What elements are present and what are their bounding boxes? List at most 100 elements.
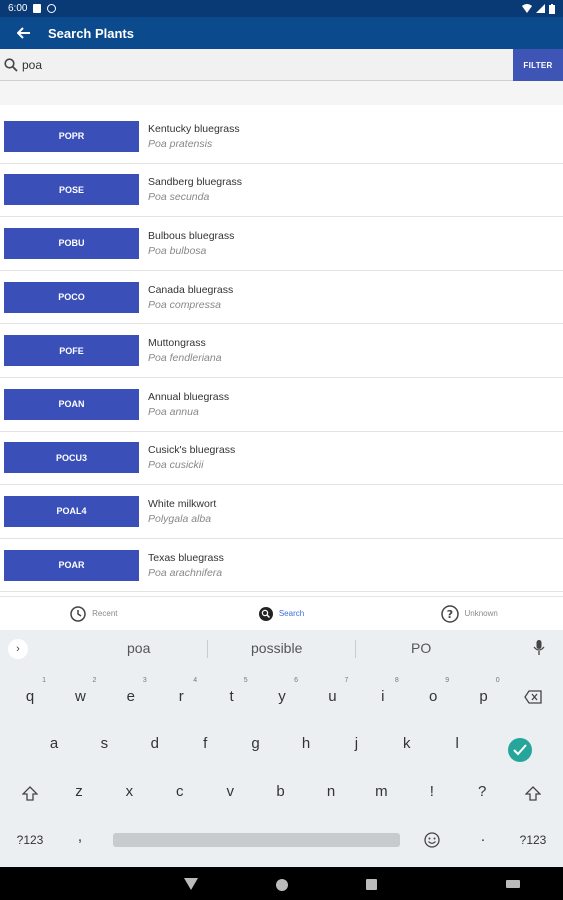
suggestion-divider (355, 640, 356, 658)
nav-search-label: Search (278, 609, 305, 618)
scientific-name: Poa bulbosa (148, 244, 207, 257)
plant-row[interactable]: POAN Annual bluegrass Poa annua (0, 378, 563, 432)
back-triangle-icon[interactable] (184, 878, 198, 890)
key-q[interactable]: q1 (10, 677, 50, 705)
backspace-icon[interactable] (524, 690, 542, 704)
nav-recent[interactable]: Recent (0, 597, 188, 630)
status-bar: 6:00 (0, 0, 563, 17)
plant-row[interactable]: POAL4 White milkwort Polygala alba (0, 485, 563, 539)
comma-key[interactable]: , (60, 828, 100, 845)
key-u[interactable]: u7 (312, 677, 352, 705)
search-row: FILTER (0, 49, 563, 81)
key-hint: 9 (445, 677, 450, 684)
key-hint: 6 (294, 677, 298, 684)
symbols-key[interactable]: ?123 (10, 833, 50, 847)
chevron-right-icon[interactable]: › (8, 639, 28, 659)
key-o[interactable]: o9 (413, 677, 453, 705)
plant-row[interactable]: POSE Sandberg bluegrass Poa secunda (0, 164, 563, 218)
sim-icon (33, 4, 42, 13)
shift-icon[interactable] (525, 786, 541, 802)
period-key[interactable]: . (463, 828, 503, 845)
suggestion-1[interactable]: poa (127, 640, 150, 656)
page-title: Search Plants (48, 25, 134, 41)
key-d[interactable]: d (135, 735, 175, 752)
key-f[interactable]: f (185, 735, 225, 752)
plant-row[interactable]: POPR Kentucky bluegrass Poa pratensis (0, 110, 563, 164)
scientific-name: Poa arachnifera (148, 566, 223, 579)
app-bar: Search Plants (0, 17, 563, 49)
recents-square-icon[interactable] (366, 879, 377, 890)
key-e[interactable]: e3 (111, 677, 151, 705)
spacebar[interactable] (113, 833, 400, 847)
plant-code-badge: POPR (4, 120, 139, 152)
mic-icon[interactable] (533, 640, 545, 656)
nav-unknown-label: Unknown (464, 609, 498, 618)
filter-button[interactable]: FILTER (513, 49, 563, 81)
status-time: 6:00 (8, 3, 28, 14)
suggestion-divider (207, 640, 208, 658)
key-s[interactable]: s (84, 735, 124, 752)
key-hint: 1 (42, 677, 46, 684)
plant-code-badge: POAL4 (4, 495, 139, 527)
keyboard-toggle-icon[interactable] (506, 880, 520, 888)
key-hint: 7 (344, 677, 349, 684)
key-?[interactable]: ? (462, 783, 502, 800)
plant-code-badge: POAN (4, 388, 139, 420)
scientific-name: Poa fendleriana (148, 352, 222, 365)
nav-unknown[interactable]: ? Unknown (375, 597, 563, 630)
common-name: Canada bluegrass (148, 283, 234, 296)
key-h[interactable]: h (286, 735, 326, 752)
plant-row[interactable]: POFE Muttongrass Poa fendleriana (0, 324, 563, 378)
key-x[interactable]: x (109, 783, 149, 800)
back-button[interactable] (0, 17, 48, 49)
plant-row[interactable]: POAR Texas bluegrass Poa arachnifera (0, 539, 563, 593)
key-hint: 8 (394, 677, 399, 684)
symbols-key-right[interactable]: ?123 (513, 833, 553, 847)
search-icon (258, 606, 273, 621)
key-n[interactable]: n (311, 783, 351, 800)
key-w[interactable]: w2 (60, 677, 100, 705)
key-t[interactable]: t5 (212, 677, 252, 705)
emoji-icon[interactable] (424, 832, 440, 848)
key-hint: 0 (495, 677, 500, 684)
key-c[interactable]: c (160, 783, 200, 800)
enter-button[interactable] (508, 738, 532, 762)
nav-search[interactable]: Search (188, 597, 376, 630)
search-icon (4, 57, 18, 72)
key-j[interactable]: j (336, 735, 376, 752)
suggestion-3[interactable]: PO (411, 640, 431, 656)
key-hint: 3 (142, 677, 147, 684)
key-![interactable]: ! (412, 783, 452, 800)
scientific-name: Poa pratensis (148, 137, 213, 150)
key-m[interactable]: m (361, 783, 401, 800)
plant-row[interactable]: POBU Bulbous bluegrass Poa bulbosa (0, 217, 563, 271)
common-name: White milkwort (148, 497, 217, 510)
key-k[interactable]: k (387, 735, 427, 752)
key-l[interactable]: l (437, 735, 477, 752)
suggestion-2[interactable]: possible (251, 640, 302, 656)
key-hint: 2 (92, 677, 97, 684)
scientific-name: Poa cusickii (148, 459, 204, 472)
plant-code-badge: POCU3 (4, 442, 139, 474)
key-v[interactable]: v (210, 783, 250, 800)
back-arrow-icon (17, 27, 30, 39)
system-nav-bar (0, 867, 563, 900)
common-name: Sandberg bluegrass (148, 176, 242, 189)
key-a[interactable]: a (34, 735, 74, 752)
search-box (0, 49, 513, 81)
search-input[interactable] (22, 57, 462, 72)
home-circle-icon[interactable] (276, 879, 288, 891)
plant-row[interactable]: POCU3 Cusick's bluegrass Poa cusickii (0, 432, 563, 486)
key-hint: 5 (243, 677, 248, 684)
shift-icon[interactable] (22, 786, 38, 802)
battery-icon (549, 3, 555, 14)
plant-row[interactable]: POCO Canada bluegrass Poa compressa (0, 271, 563, 325)
key-g[interactable]: g (236, 735, 276, 752)
plant-code-badge: POCO (4, 281, 139, 313)
key-r[interactable]: r4 (161, 677, 201, 705)
key-z[interactable]: z (59, 783, 99, 800)
key-y[interactable]: y6 (262, 677, 302, 705)
key-b[interactable]: b (261, 783, 301, 800)
key-p[interactable]: p0 (464, 677, 504, 705)
key-i[interactable]: i8 (363, 677, 403, 705)
